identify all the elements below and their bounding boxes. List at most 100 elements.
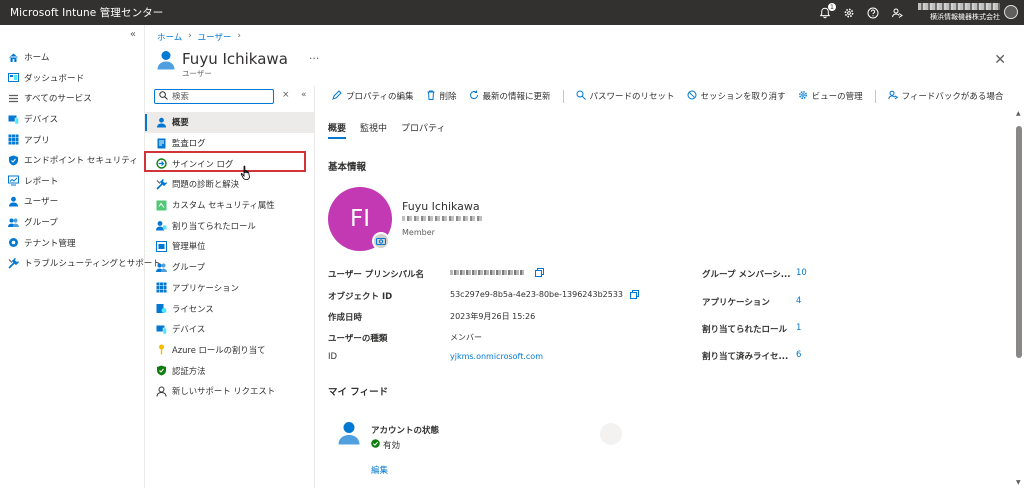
menu-item-label: グループ	[172, 262, 205, 273]
menu-item-auth-methods[interactable]: 認証方法	[145, 360, 315, 381]
account-info[interactable]: 横浜情報機器株式会社	[912, 3, 1000, 22]
nav-item-troubleshooting[interactable]: トラブルシューティングとサポート	[0, 253, 161, 274]
settings-gear-icon[interactable]	[842, 6, 856, 20]
nav-item-home[interactable]: ホーム	[0, 47, 145, 68]
scroll-up-icon[interactable]: ▲	[1016, 110, 1021, 117]
admin-units-icon	[156, 240, 167, 252]
nav-item-dashboard[interactable]: ダッシュボード	[0, 68, 145, 89]
nav-item-label: トラブルシューティングとサポート	[24, 259, 161, 270]
menu-item-admin-units[interactable]: 管理単位	[145, 236, 315, 257]
audit-log-icon	[156, 138, 167, 149]
group-icon	[8, 217, 19, 228]
collapse-nav-icon[interactable]: «	[130, 29, 136, 40]
apps-icon	[156, 282, 167, 293]
property-upn: ユーザー プリンシパル名	[328, 268, 424, 280]
page-header: Fuyu Ichikawa ユーザー ···	[157, 50, 319, 79]
edit-account-status-link[interactable]: 編集	[371, 464, 388, 476]
stat-label: アプリケーション	[702, 298, 770, 308]
notifications-icon[interactable]: 1	[818, 2, 836, 20]
delete-button[interactable]: 削除	[426, 90, 457, 103]
property-label: ID	[328, 352, 338, 362]
edit-properties-button[interactable]: プロパティの編集	[332, 89, 414, 103]
property-value: 53c297e9-8b5a-4e23-80be-1396243b2533	[450, 290, 624, 299]
resource-menu: ⨯ « 概要 監査ログ サインイン ログ 問題の診断と解決 カスタム セキュリテ…	[145, 86, 315, 488]
menu-item-label: カスタム セキュリティ属性	[172, 200, 275, 211]
stat-group-memberships-value[interactable]: 10	[796, 268, 807, 278]
menu-search-input[interactable]	[172, 91, 267, 102]
nav-item-apps[interactable]: アプリ	[0, 129, 145, 150]
camera-icon[interactable]	[372, 232, 390, 250]
nav-item-users[interactable]: ユーザー	[0, 191, 145, 212]
app-title[interactable]: Microsoft Intune 管理センター	[0, 5, 163, 20]
tab-monitoring[interactable]: 監視中	[360, 121, 387, 139]
revoke-sessions-button[interactable]: セッションを取り消す	[687, 90, 786, 103]
help-icon[interactable]	[866, 6, 880, 20]
scroll-down-icon[interactable]: ▼	[1016, 479, 1021, 486]
scrollbar-thumb[interactable]	[1016, 126, 1022, 358]
menu-item-overview[interactable]: 概要	[145, 112, 315, 133]
tab-overview[interactable]: 概要	[328, 121, 347, 139]
property-user-type-value: メンバー	[450, 333, 482, 342]
feedback-icon[interactable]	[890, 6, 904, 20]
breadcrumb: ホーム › ユーザー ›	[157, 31, 241, 43]
nav-item-reports[interactable]: レポート	[0, 171, 145, 192]
chevron-right-icon: ›	[188, 31, 192, 41]
property-created: 作成日時	[328, 311, 362, 323]
stat-assigned-roles-value[interactable]: 1	[796, 323, 801, 333]
hand-cursor-icon	[240, 165, 254, 184]
breadcrumb-home[interactable]: ホーム	[157, 31, 182, 43]
breadcrumb-users[interactable]: ユーザー	[198, 31, 232, 43]
property-upn-value	[450, 268, 544, 278]
menu-item-assigned-roles[interactable]: 割り当てられたロール	[145, 215, 315, 236]
user-icon	[338, 421, 360, 448]
menu-item-applications[interactable]: アプリケーション	[145, 278, 315, 299]
nav-item-devices[interactable]: デバイス	[0, 109, 145, 130]
account-status-title: アカウントの状態	[371, 426, 440, 436]
content-scrollbar[interactable]: ▲ ▼	[1014, 108, 1024, 488]
menu-item-licenses[interactable]: ライセンス	[145, 298, 315, 319]
more-options-button[interactable]: ···	[309, 52, 320, 65]
chevron-right-icon: ›	[237, 31, 241, 41]
menu-item-custom-security-attributes[interactable]: カスタム セキュリティ属性	[145, 195, 315, 216]
refresh-button[interactable]: 最新の情報に更新	[469, 90, 551, 103]
nav-item-label: すべてのサービス	[24, 94, 92, 105]
tab-properties[interactable]: プロパティ	[401, 121, 445, 139]
search-icon	[159, 90, 168, 103]
collapse-menu-icon[interactable]: «	[301, 90, 307, 100]
copy-icon[interactable]	[527, 268, 544, 278]
stat-assigned-licenses-value[interactable]: 6	[796, 350, 801, 360]
nav-item-label: ダッシュボード	[24, 73, 85, 84]
menu-item-label: 管理単位	[172, 241, 206, 252]
reset-password-button[interactable]: パスワードのリセット	[576, 90, 675, 103]
menu-item-label: 概要	[172, 117, 189, 128]
stat-applications-value[interactable]: 4	[796, 296, 801, 306]
copy-icon[interactable]	[626, 290, 639, 299]
property-identity-link[interactable]: yjkms.onmicrosoft.com	[450, 352, 543, 361]
account-status-value: 有効	[383, 441, 401, 451]
close-button[interactable]: ✕	[994, 52, 1006, 68]
menu-item-new-support-request[interactable]: 新しいサポート リクエスト	[145, 381, 315, 402]
redacted-upn-value	[450, 270, 524, 275]
menu-item-label: アプリケーション	[172, 282, 239, 293]
dashboard-icon	[8, 72, 19, 83]
menu-item-azure-role-assignments[interactable]: Azure ロールの割り当て	[145, 340, 315, 361]
menu-item-label: 新しいサポート リクエスト	[172, 386, 276, 397]
menu-item-label: 認証方法	[172, 365, 206, 376]
nav-item-endpoint-security[interactable]: エンドポイント セキュリティ	[0, 150, 145, 171]
feed-card-placeholder	[600, 423, 622, 445]
menu-item-diagnose[interactable]: 問題の診断と解決	[145, 174, 315, 195]
devices-icon	[156, 324, 167, 335]
manage-view-button[interactable]: ビューの管理	[798, 90, 863, 103]
command-label: セッションを取り消す	[700, 92, 786, 102]
menu-item-groups[interactable]: グループ	[145, 257, 315, 278]
command-label: パスワードのリセット	[589, 92, 675, 102]
nav-item-label: レポート	[24, 176, 59, 187]
nav-item-all-services[interactable]: すべてのサービス	[0, 88, 145, 109]
menu-item-devices[interactable]: デバイス	[145, 319, 315, 340]
feedback-button[interactable]: フィードバックがある場合	[887, 90, 1003, 103]
nav-item-groups[interactable]: グループ	[0, 212, 145, 233]
account-avatar[interactable]	[1004, 5, 1018, 19]
nav-item-tenant-admin[interactable]: テナント管理	[0, 232, 145, 253]
menu-search-box[interactable]	[154, 89, 274, 104]
clear-search-icon[interactable]: ⨯	[282, 90, 290, 100]
